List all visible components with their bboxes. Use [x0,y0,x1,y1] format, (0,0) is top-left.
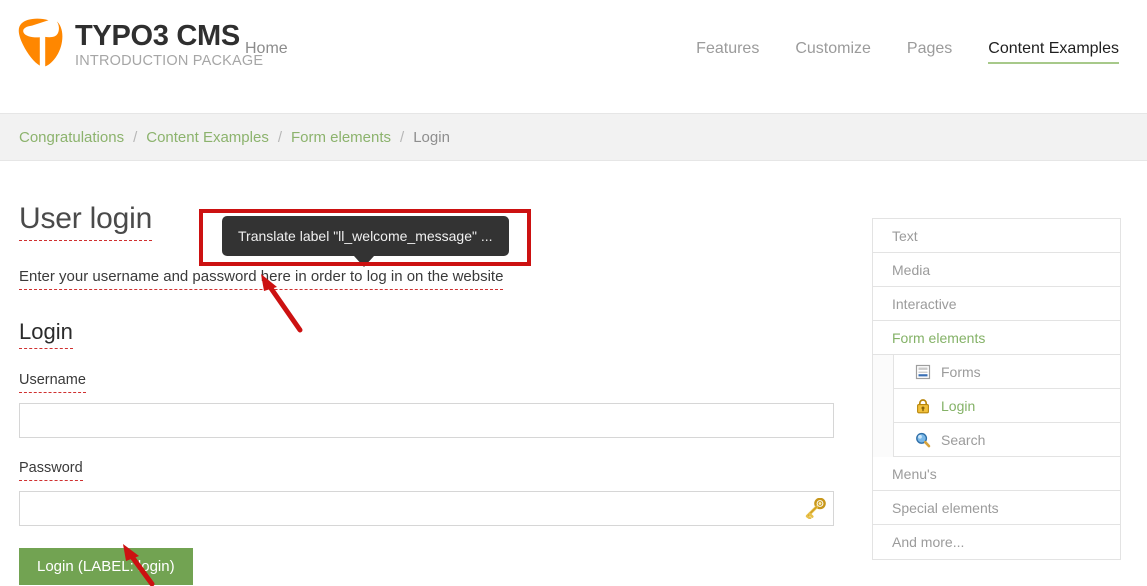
sidebar-navigation: Text Media Interactive Form elements For… [872,218,1121,560]
sidebar-item-menus[interactable]: Menu's [873,457,1120,491]
sidebar-item-form-elements[interactable]: Form elements [873,321,1120,355]
padlock-icon [915,398,931,414]
sidebar-item-forms[interactable]: Forms [893,355,1120,389]
sidebar-subitem-label: Login [941,397,976,414]
username-label: Username [19,371,86,393]
username-input[interactable] [19,403,834,438]
page-root: TYPO3 CMS INTRODUCTION PACKAGE Home Feat… [0,0,1147,586]
sidebar-item-login[interactable]: Login [893,389,1120,423]
site-header: TYPO3 CMS INTRODUCTION PACKAGE Home Feat… [0,0,1147,95]
brand-text: TYPO3 CMS INTRODUCTION PACKAGE [75,20,263,70]
sidebar-subitems: Forms Login Search [873,355,1120,457]
sidebar-item-label: Menu's [892,465,937,482]
translate-tooltip: Translate label "ll_welcome_message" ... [222,216,509,256]
page-title: User login [19,200,152,241]
sidebar-subitem-label: Search [941,431,986,448]
typo3-logo-icon [18,17,64,75]
magnifier-icon [915,432,931,448]
sidebar-subitem-label: Forms [941,363,981,380]
breadcrumb-item-login: Login [413,128,450,146]
nav-item-features[interactable]: Features [696,40,759,62]
nav-item-pages[interactable]: Pages [907,40,952,62]
sidebar-item-label: Interactive [892,295,957,312]
nav-item-home[interactable]: Home [245,40,288,58]
sidebar-item-special-elements[interactable]: Special elements [873,491,1120,525]
login-section-title: Login [19,318,73,349]
breadcrumb-item-content-examples[interactable]: Content Examples [146,129,269,146]
breadcrumb-separator: / [277,128,282,146]
password-label: Password [19,459,83,481]
brand-title: TYPO3 CMS [75,20,240,52]
main-content: User login Enter your username and passw… [19,200,849,585]
breadcrumb-separator: / [133,128,138,146]
breadcrumb-separator: / [400,128,405,146]
breadcrumb: Congratulations / Content Examples / For… [0,113,1147,161]
sidebar-item-label: Text [892,227,918,244]
sidebar-item-and-more[interactable]: And more... [873,525,1120,559]
sidebar-item-interactive[interactable]: Interactive [873,287,1120,321]
sidebar-item-label: Special elements [892,499,999,516]
brand-logo[interactable]: TYPO3 CMS INTRODUCTION PACKAGE [18,17,263,75]
main-navigation: Features Customize Pages Content Example… [660,40,1119,64]
breadcrumb-item-form-elements[interactable]: Form elements [291,129,391,146]
nav-item-content-examples[interactable]: Content Examples [988,40,1119,64]
tooltip-arrow-icon [354,256,374,267]
breadcrumb-item-congratulations[interactable]: Congratulations [19,129,124,146]
nav-item-customize[interactable]: Customize [795,40,871,62]
sidebar-item-label: And more... [892,534,965,550]
document-icon [915,364,931,380]
password-input[interactable] [19,491,834,526]
welcome-message: Enter your username and password here in… [19,267,504,290]
brand-subtitle: INTRODUCTION PACKAGE [75,53,264,69]
sidebar-item-label: Form elements [892,329,986,346]
sidebar-item-search[interactable]: Search [893,423,1120,457]
sidebar-item-media[interactable]: Media [873,253,1120,287]
password-field-wrapper [19,491,834,526]
sidebar-item-text[interactable]: Text [873,219,1120,253]
sidebar-item-label: Media [892,261,931,278]
login-submit-button[interactable]: Login (LABEL: login) [19,548,193,585]
